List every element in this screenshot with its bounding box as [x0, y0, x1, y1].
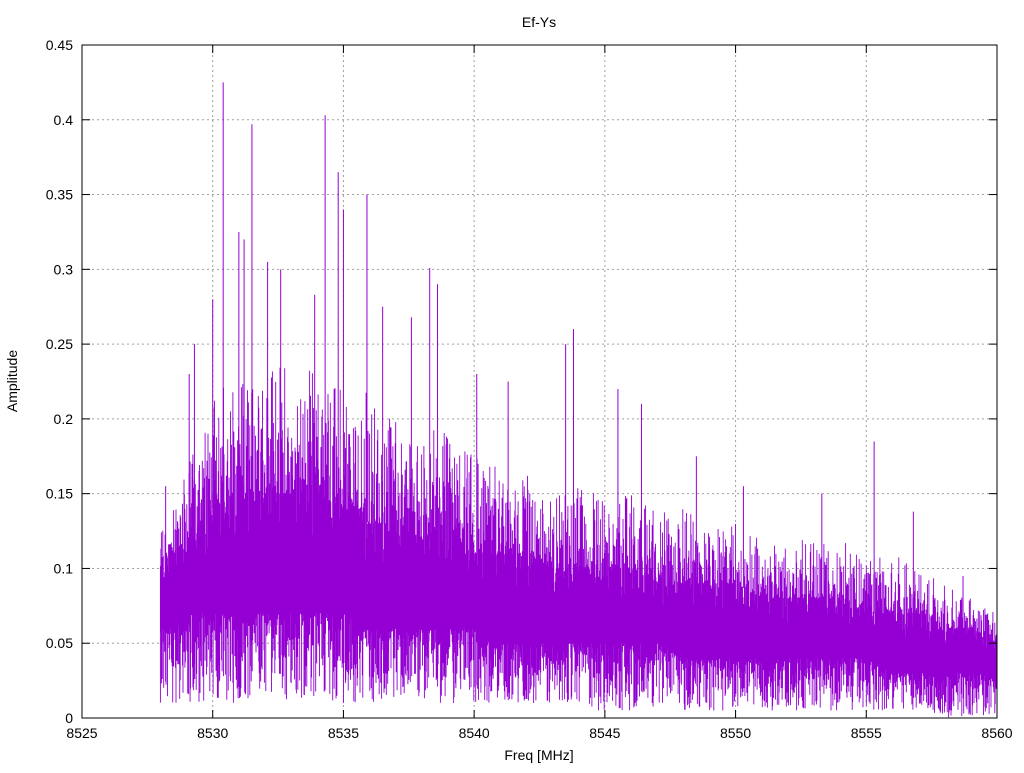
x-axis-label: Freq [MHz] — [504, 747, 573, 763]
signal-trace — [159, 367, 998, 718]
y-tick-label: 0.2 — [54, 411, 74, 427]
x-tick-label: 8540 — [459, 725, 490, 741]
y-tick-label: 0.45 — [46, 37, 73, 53]
x-tick-labels: 8525 8530 8535 8540 8545 8550 8555 8560 — [66, 725, 1012, 741]
y-tick-label: 0.1 — [54, 560, 74, 576]
x-tick-label: 8535 — [328, 725, 359, 741]
x-tick-label: 8525 — [66, 725, 97, 741]
y-tick-label: 0.35 — [46, 187, 73, 203]
x-tick-label: 8555 — [851, 725, 882, 741]
y-tick-label: 0.05 — [46, 635, 73, 651]
chart-title: Ef-Ys — [522, 14, 556, 30]
x-tick-label: 8545 — [589, 725, 620, 741]
y-tick-label: 0.15 — [46, 486, 73, 502]
y-tick-label: 0.25 — [46, 336, 73, 352]
y-tick-labels: 0 0.05 0.1 0.15 0.2 0.25 0.3 0.35 0.4 0.45 — [46, 37, 73, 726]
y-tick-label: 0.3 — [54, 261, 74, 277]
y-tick-label: 0 — [65, 710, 73, 726]
x-tick-label: 8550 — [720, 725, 751, 741]
y-axis-label: Amplitude — [4, 350, 20, 412]
chart: 8525 8530 8535 8540 8545 8550 8555 8560 0 0.05 0.… — [4, 14, 1013, 763]
x-tick-label: 8530 — [197, 725, 228, 741]
x-tick-label: 8560 — [981, 725, 1012, 741]
y-tick-label: 0.4 — [54, 112, 74, 128]
series-ef-ys — [159, 82, 998, 718]
